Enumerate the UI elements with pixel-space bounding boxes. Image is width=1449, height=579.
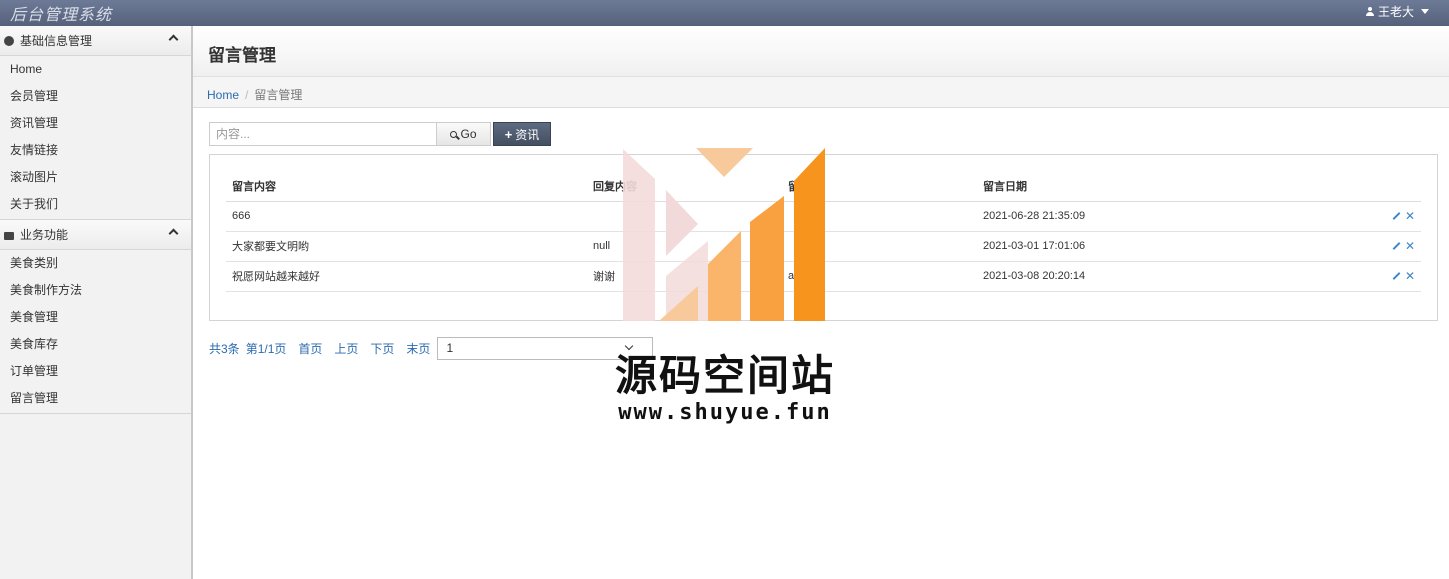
delete-icon[interactable]: ✕ [1405, 239, 1415, 253]
page-title: 留言管理 [208, 46, 276, 65]
table-header-row: 留言内容 回复内容 留言人 留言日期 [226, 171, 1421, 202]
chevron-up-icon[interactable] [168, 34, 179, 45]
cell-user: an [782, 261, 977, 292]
section-label: 基础信息管理 [20, 34, 93, 48]
sidebar-item-news[interactable]: 资讯管理 [0, 110, 191, 137]
col-header-reply: 回复内容 [587, 171, 782, 202]
sidebar-item-members[interactable]: 会员管理 [0, 83, 191, 110]
breadcrumb: Home / 留言管理 [193, 77, 1449, 108]
cell-actions: ✕ [1197, 261, 1421, 292]
section-label: 业务功能 [20, 228, 69, 242]
add-button[interactable]: + 资讯 [493, 122, 551, 146]
col-header-actions [1197, 171, 1421, 202]
breadcrumb-separator: / [245, 88, 249, 102]
briefcase-icon [4, 231, 14, 240]
sidebar-item-stock[interactable]: 美食库存 [0, 331, 191, 358]
page-select-value: 1 [446, 341, 454, 355]
edit-icon[interactable] [1392, 242, 1401, 250]
delete-icon[interactable]: ✕ [1405, 269, 1415, 283]
pager-prev[interactable]: 上页 [334, 340, 358, 357]
page-select[interactable]: 1 [437, 337, 654, 360]
cell-date: 2021-03-01 17:01:06 [977, 231, 1197, 262]
user-name: 王老大 [1377, 5, 1414, 19]
sidebar-section-business[interactable]: 业务功能 [0, 220, 191, 250]
pager-next[interactable]: 下页 [370, 340, 394, 357]
chevron-up-icon[interactable] [168, 228, 179, 239]
sidebar-item-food-category[interactable]: 美食类别 [0, 250, 191, 277]
cell-date: 2021-03-08 20:20:14 [977, 261, 1197, 292]
message-table: 留言内容 回复内容 留言人 留言日期 666 2021-06-28 21:35:… [226, 171, 1421, 292]
cell-reply: null [587, 231, 782, 262]
cell-date: 2021-06-28 21:35:09 [977, 201, 1197, 232]
sidebar-item-slides[interactable]: 滚动图片 [0, 164, 191, 191]
pagination: 共3条 第1/1页 首页 上页 下页 末页 1 [209, 337, 654, 360]
cell-reply: 谢谢 [587, 261, 782, 292]
col-header-date: 留言日期 [977, 171, 1197, 202]
go-button[interactable]: Go [437, 122, 491, 146]
edit-icon[interactable] [1392, 212, 1401, 220]
breadcrumb-home[interactable]: Home [207, 88, 239, 102]
sidebar: 基础信息管理 Home 会员管理 资讯管理 友情链接 滚动图片 关于我们 业务功… [0, 26, 193, 579]
cell-content: 祝愿网站越来越好 [226, 261, 587, 292]
pager-first[interactable]: 首页 [298, 340, 322, 357]
breadcrumb-current: 留言管理 [254, 88, 303, 102]
sidebar-item-links[interactable]: 友情链接 [0, 137, 191, 164]
user-icon [1365, 7, 1374, 16]
cell-content: 大家都要文明哟 [226, 231, 587, 262]
pager-total: 共3条 [209, 342, 240, 356]
caret-down-icon [1421, 9, 1429, 14]
top-bar: 后台管理系统 王老大 [0, 0, 1449, 26]
table-container: 留言内容 回复内容 留言人 留言日期 666 2021-06-28 21:35:… [209, 154, 1438, 321]
cell-user [782, 231, 977, 262]
cell-reply [587, 201, 782, 232]
chevron-down-icon [625, 341, 634, 351]
table-row: 祝愿网站越来越好 谢谢 an 2021-03-08 20:20:14 ✕ [226, 261, 1421, 292]
sidebar-item-home[interactable]: Home [0, 56, 191, 83]
toolbar: Go + 资讯 [209, 122, 551, 146]
search-input[interactable] [209, 122, 437, 146]
col-header-content: 留言内容 [226, 171, 587, 202]
page-header: 留言管理 [193, 26, 1449, 77]
search-icon [450, 130, 458, 138]
cell-content: 666 [226, 201, 587, 232]
dashboard-icon [4, 35, 14, 46]
sidebar-section-basic[interactable]: 基础信息管理 [0, 26, 191, 56]
pager-page: 第1/1页 [245, 342, 287, 356]
user-menu[interactable]: 王老大 [1365, 3, 1429, 20]
cell-user [782, 201, 977, 232]
table-row: 666 2021-06-28 21:35:09 ✕ [226, 201, 1421, 232]
app-title: 后台管理系统 [10, 5, 113, 24]
add-label: 资讯 [515, 127, 540, 142]
plus-icon: + [504, 126, 513, 142]
table-row: 大家都要文明哟 null 2021-03-01 17:01:06 ✕ [226, 231, 1421, 262]
col-header-user: 留言人 [782, 171, 977, 202]
edit-icon[interactable] [1392, 272, 1401, 280]
cell-actions: ✕ [1197, 231, 1421, 262]
main-content: 留言管理 Home / 留言管理 Go + 资讯 留言内容 回复内容 留言人 留言日… [193, 26, 1449, 579]
sidebar-item-messages[interactable]: 留言管理 [0, 385, 191, 412]
go-label: Go [460, 127, 477, 141]
delete-icon[interactable]: ✕ [1405, 209, 1415, 223]
pager-last[interactable]: 末页 [406, 340, 430, 357]
sidebar-item-recipes[interactable]: 美食制作方法 [0, 277, 191, 304]
sidebar-item-food[interactable]: 美食管理 [0, 304, 191, 331]
sidebar-item-about[interactable]: 关于我们 [0, 191, 191, 218]
sidebar-item-orders[interactable]: 订单管理 [0, 358, 191, 385]
cell-actions: ✕ [1197, 201, 1421, 232]
